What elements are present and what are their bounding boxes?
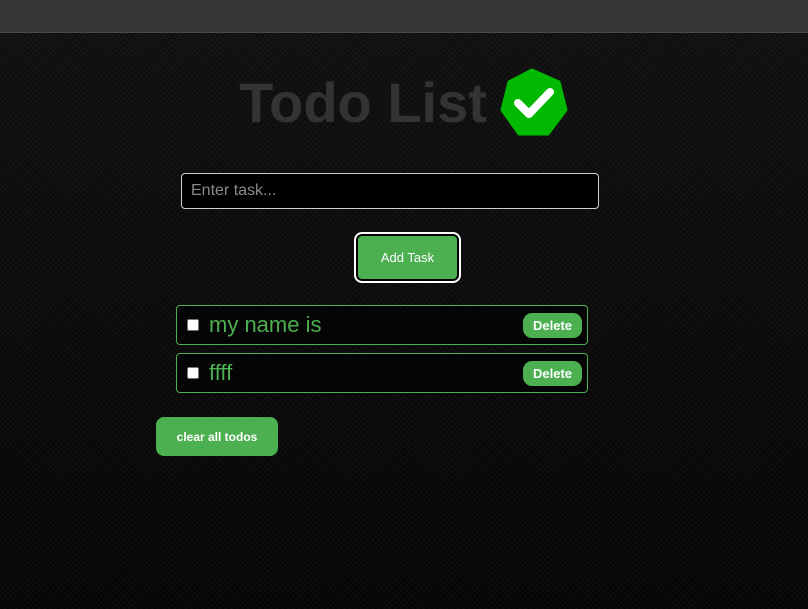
todo-checkbox[interactable] [187, 319, 199, 331]
browser-toolbar [0, 0, 808, 33]
delete-button[interactable]: Delete [523, 360, 582, 386]
green-check-badge-icon [500, 68, 568, 136]
delete-button[interactable]: Delete [523, 312, 582, 338]
add-task-button[interactable]: Add Task [354, 232, 461, 283]
todo-list: my name is Delete ffff Delete [176, 305, 588, 401]
page-title: Todo List [239, 71, 487, 134]
clear-all-button[interactable]: clear all todos [156, 417, 278, 456]
todo-item: ffff Delete [176, 353, 588, 393]
todo-checkbox[interactable] [187, 367, 199, 379]
todo-item: my name is Delete [176, 305, 588, 345]
todo-text: my name is [209, 312, 322, 337]
header: Todo List [0, 66, 808, 140]
task-input[interactable] [181, 173, 599, 209]
todo-text: ffff [209, 360, 233, 385]
